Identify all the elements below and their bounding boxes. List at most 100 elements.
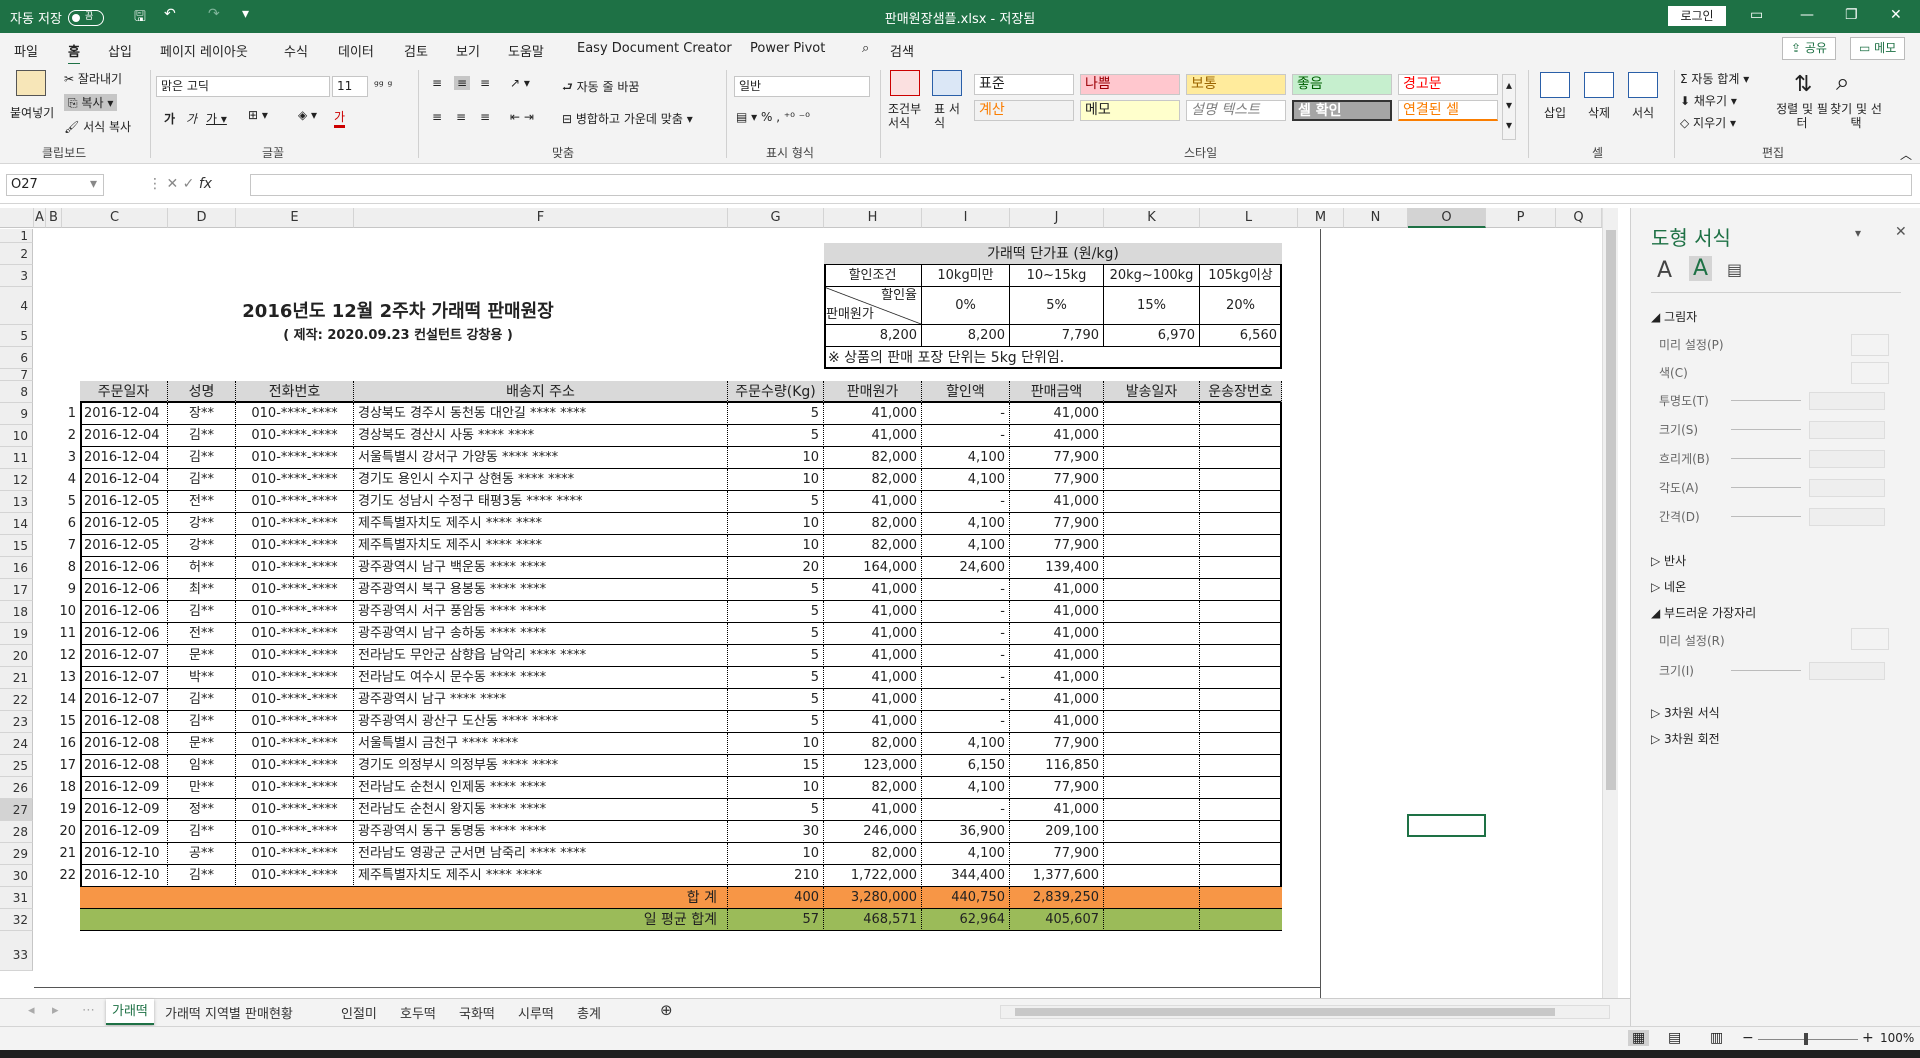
price-table-title[interactable]: 가래떡 단가표 (원/kg) — [824, 243, 1282, 265]
textbox-icon[interactable]: ▤ — [1727, 260, 1742, 279]
ledger-total-blank[interactable] — [1104, 887, 1200, 909]
ledger-cell[interactable]: 공** — [168, 843, 236, 865]
row-header-19[interactable]: 19 — [0, 623, 33, 645]
row-header-24[interactable]: 24 — [0, 733, 33, 755]
ledger-cell[interactable]: 010-****-**** — [236, 799, 354, 821]
ledger-tracking-no[interactable] — [1200, 645, 1282, 667]
ledger-cell[interactable]: - — [922, 579, 1010, 601]
shadow-size-spin[interactable] — [1809, 421, 1885, 439]
ledger-cell[interactable]: 010-****-**** — [236, 689, 354, 711]
cell-style-3[interactable]: 보통 — [1186, 74, 1286, 95]
ledger-cell[interactable]: 41,000 — [1010, 711, 1104, 733]
ledger-row-number[interactable]: 11 — [34, 623, 80, 645]
ledger-cell[interactable]: 41,000 — [824, 601, 922, 623]
ledger-cell[interactable]: 2016-12-10 — [80, 843, 168, 865]
ledger-cell[interactable]: 010-****-**** — [236, 667, 354, 689]
align-top-icon[interactable]: ≡ — [432, 76, 442, 90]
ledger-cell[interactable]: 30 — [728, 821, 824, 843]
section-shadow[interactable]: ◢ 그림자 — [1651, 308, 1697, 325]
column-header-K[interactable]: K — [1104, 208, 1200, 228]
column-header-C[interactable]: C — [62, 208, 168, 228]
ledger-tracking-no[interactable] — [1200, 799, 1282, 821]
ledger-cell[interactable]: - — [922, 645, 1010, 667]
column-header-G[interactable]: G — [728, 208, 824, 228]
price-rate-2[interactable]: 5% — [1010, 287, 1104, 325]
row-header-29[interactable]: 29 — [0, 843, 33, 865]
ledger-ship-date[interactable] — [1104, 865, 1200, 887]
worksheet-grid[interactable]: ABCDEFGHIJKLMNOPQ 1 2 3 4 5 6 7 8 9 10 11 12 13 14 15 1… — [0, 208, 1618, 998]
maximize-icon[interactable]: ❐ — [1845, 7, 1858, 23]
ledger-cell[interactable]: 2016-12-06 — [80, 623, 168, 645]
ledger-cell[interactable]: 15 — [728, 755, 824, 777]
column-header-N[interactable]: N — [1344, 208, 1408, 228]
ledger-tracking-no[interactable] — [1200, 843, 1282, 865]
fill-color-icon[interactable]: ◈ ▾ — [298, 108, 317, 122]
ribbon-display-icon[interactable]: ▭ — [1750, 7, 1763, 23]
ledger-cell[interactable]: 2016-12-08 — [80, 733, 168, 755]
ledger-row-number[interactable]: 4 — [34, 469, 80, 491]
ledger-tracking-no[interactable] — [1200, 513, 1282, 535]
menu-view[interactable]: 보기 — [456, 41, 480, 60]
ledger-cell[interactable]: 5 — [728, 711, 824, 733]
align-middle-icon[interactable]: ≡ — [454, 76, 471, 90]
ledger-cell[interactable]: 4,100 — [922, 535, 1010, 557]
ledger-cell[interactable]: 박** — [168, 667, 236, 689]
align-center-icon[interactable]: ≡ — [456, 110, 466, 124]
shadow-blur-spin[interactable] — [1809, 450, 1885, 468]
ledger-row-number[interactable]: 2 — [34, 425, 80, 447]
ledger-row-number[interactable]: 6 — [34, 513, 80, 535]
align-bottom-icon[interactable]: ≡ — [480, 76, 490, 90]
ledger-cell[interactable]: 전** — [168, 623, 236, 645]
column-header-B[interactable]: B — [46, 208, 62, 228]
ledger-cell[interactable]: 116,850 — [1010, 755, 1104, 777]
ledger-cell[interactable]: 010-****-**** — [236, 777, 354, 799]
ledger-cell[interactable]: 2016-12-07 — [80, 645, 168, 667]
ledger-cell[interactable]: 41,000 — [1010, 601, 1104, 623]
ledger-cell[interactable]: 010-****-**** — [236, 711, 354, 733]
customize-qat-icon[interactable]: ▾ — [242, 6, 249, 22]
ledger-tracking-no[interactable] — [1200, 623, 1282, 645]
ledger-tracking-no[interactable] — [1200, 469, 1282, 491]
ledger-cell[interactable]: 82,000 — [824, 447, 922, 469]
ledger-cell[interactable]: 2016-12-09 — [80, 799, 168, 821]
align-right-icon[interactable]: ≡ — [480, 110, 490, 124]
ledger-cell[interactable]: 전라남도 여수시 문수동 **** **** — [354, 667, 728, 689]
vertical-scrollbar[interactable] — [1602, 208, 1618, 998]
number-format-icons[interactable]: ▤ ▾ % , ⁺⁰ ⁻⁰ — [736, 110, 810, 124]
price-value-4[interactable]: 6,560 — [1200, 325, 1282, 347]
row-header-4[interactable]: 4 — [0, 287, 33, 325]
price-rate-1[interactable]: 0% — [922, 287, 1010, 325]
price-tier-2[interactable]: 10~15kg — [1010, 265, 1104, 287]
tab-overflow-icon[interactable]: ⋯ — [82, 1003, 95, 1018]
ledger-row-number[interactable]: 13 — [34, 667, 80, 689]
ledger-tracking-no[interactable] — [1200, 755, 1282, 777]
cell-style-7[interactable]: 메모 — [1080, 100, 1180, 121]
section-soft-edges[interactable]: ◢ 부드러운 가장자리 — [1651, 604, 1756, 621]
row-header-9[interactable]: 9 — [0, 403, 33, 425]
ledger-cell[interactable]: - — [922, 711, 1010, 733]
ledger-cell[interactable]: 1,377,600 — [1010, 865, 1104, 887]
column-header-P[interactable]: P — [1486, 208, 1556, 228]
section-reflection[interactable]: ▷ 반사 — [1651, 552, 1686, 569]
tab-scroll-right-icon[interactable]: ▸ — [52, 1003, 59, 1018]
ledger-cell[interactable]: 5 — [728, 623, 824, 645]
page-layout-view-icon[interactable]: ▤ — [1668, 1030, 1681, 1046]
row-header-22[interactable]: 22 — [0, 689, 33, 711]
price-base[interactable]: 8,200 — [824, 325, 922, 347]
ledger-cell[interactable]: 82,000 — [824, 777, 922, 799]
ledger-cell[interactable]: 2016-12-09 — [80, 821, 168, 843]
ledger-tracking-no[interactable] — [1200, 667, 1282, 689]
row-header-32[interactable]: 32 — [0, 909, 33, 931]
formula-input[interactable] — [250, 174, 1912, 196]
row-header-14[interactable]: 14 — [0, 513, 33, 535]
horizontal-scrollbar[interactable] — [1000, 1005, 1610, 1019]
ledger-cell[interactable]: 전** — [168, 491, 236, 513]
redo-icon[interactable]: ↷ — [208, 6, 220, 22]
section-3d-format[interactable]: ▷ 3차원 서식 — [1651, 704, 1720, 721]
ledger-cell[interactable]: 77,900 — [1010, 843, 1104, 865]
ledger-cell[interactable]: 5 — [728, 667, 824, 689]
sort-filter-icon[interactable]: ⇅ — [1794, 72, 1812, 97]
cell-style-4[interactable]: 좋음 — [1292, 74, 1392, 95]
ledger-header-6[interactable]: 판매원가 — [824, 381, 922, 403]
bold-icon[interactable]: 가 — [164, 110, 175, 127]
